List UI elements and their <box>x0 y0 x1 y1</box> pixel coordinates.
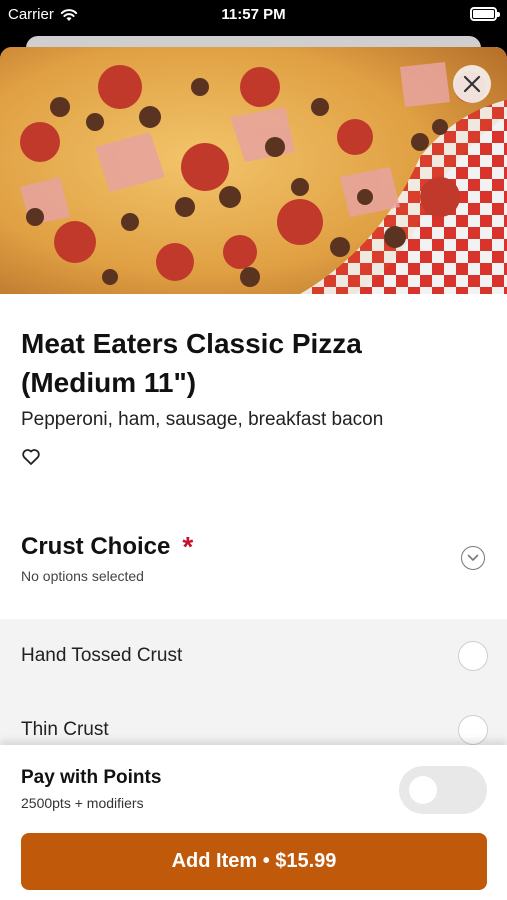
points-cost: 2500pts + modifiers <box>21 795 144 811</box>
crust-options-list: Hand Tossed Crust Thin Crust <box>0 619 507 749</box>
crust-choice-header: Crust Choice * <box>21 533 193 561</box>
clock: 11:57 PM <box>221 6 286 23</box>
heart-icon[interactable] <box>21 447 41 467</box>
expand-button[interactable] <box>461 546 485 570</box>
option-label: Hand Tossed Crust <box>21 645 183 666</box>
section-title: Crust Choice <box>21 533 171 560</box>
product-title: Meat Eaters Classic Pizza (Medium 11") <box>21 328 362 398</box>
product-description: Pepperoni, ham, sausage, breakfast bacon <box>21 409 384 430</box>
selection-status: No options selected <box>21 568 144 584</box>
option-label: Thin Crust <box>21 719 109 740</box>
close-icon <box>463 75 481 93</box>
pay-with-points-label: Pay with Points <box>21 767 162 788</box>
radio-button[interactable] <box>458 715 488 745</box>
close-button[interactable] <box>453 65 491 103</box>
pay-with-points-toggle[interactable] <box>399 766 487 814</box>
toggle-knob <box>409 776 437 804</box>
radio-button[interactable] <box>458 641 488 671</box>
pizza-photo <box>0 47 507 294</box>
battery-icon <box>470 7 500 21</box>
checkout-panel: Pay with Points 2500pts + modifiers Add … <box>0 745 507 900</box>
required-marker: * <box>182 531 194 562</box>
add-item-button[interactable]: Add Item • $15.99 <box>21 833 487 890</box>
chevron-down-icon <box>467 554 479 562</box>
option-hand-tossed-crust[interactable]: Hand Tossed Crust <box>0 627 507 687</box>
status-bar: Carrier 11:57 PM <box>0 0 507 30</box>
item-detail-sheet: Meat Eaters Classic Pizza (Medium 11") P… <box>0 47 507 900</box>
